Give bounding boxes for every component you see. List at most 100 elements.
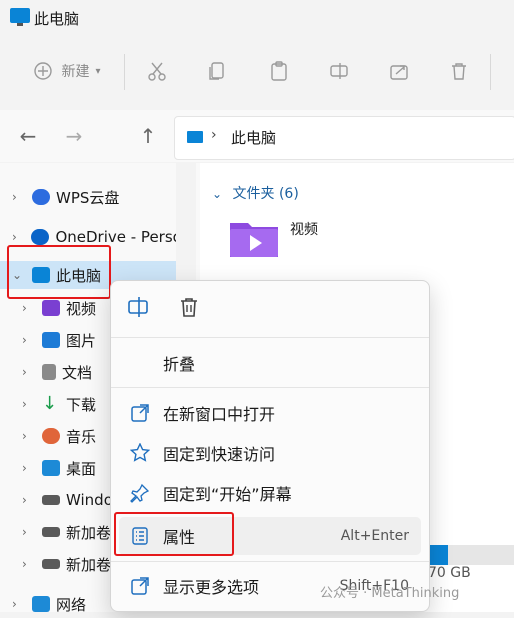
download-icon: ↓ — [42, 393, 58, 414]
arrow-right-icon: → — [65, 124, 83, 148]
tree-item-label: 新加卷 — [66, 555, 112, 574]
share-button[interactable] — [384, 54, 414, 88]
divider — [111, 337, 429, 338]
onedrive-icon — [31, 229, 50, 245]
cloud-icon — [32, 189, 50, 205]
command-bar: 新建 ▾ — [0, 40, 514, 104]
window-title: 此电脑 — [34, 10, 80, 28]
divider — [490, 54, 491, 90]
drive-icon — [42, 495, 60, 505]
chevron-right-icon: › — [22, 365, 27, 379]
tree-item-label: 图片 — [66, 331, 97, 350]
title-bar: 此电脑 — [0, 0, 514, 36]
paste-icon — [271, 61, 287, 81]
chevron-right-icon: › — [22, 397, 27, 411]
copy-icon — [209, 62, 224, 80]
delete-menu-button[interactable] — [177, 295, 201, 323]
highlight-box — [114, 512, 234, 556]
drive-icon — [42, 527, 60, 537]
arrow-left-icon: ← — [19, 124, 37, 148]
video-folder-icon[interactable] — [228, 217, 280, 259]
paste-button[interactable] — [264, 54, 294, 88]
tree-item-label: WPS云盘 — [56, 188, 120, 207]
desktop-icon — [42, 460, 60, 476]
pictures-icon — [42, 332, 60, 348]
delete-icon — [452, 63, 466, 80]
section-header-label: 文件夹 (6) — [232, 186, 299, 202]
rename-button[interactable] — [324, 54, 354, 88]
copy-button[interactable] — [202, 54, 232, 88]
highlight-box — [7, 245, 111, 299]
tree-item-label: 文档 — [62, 363, 93, 382]
tree-item-label: Windo — [66, 491, 113, 509]
pin-icon — [129, 482, 151, 504]
chevron-right-icon: › — [211, 127, 217, 143]
menu-item-label: 折叠 — [163, 355, 196, 374]
delete-icon — [181, 298, 197, 317]
menu-item-pin-start[interactable]: 固定到“开始”屏幕 — [111, 473, 429, 513]
new-button-label: 新建 — [61, 64, 90, 80]
context-menu: 折叠 在新窗口中打开 固定到快速访问 固定到“开始”屏幕 属性 Alt+Ente… — [110, 280, 430, 612]
drive-size-text: 70 GB — [428, 565, 471, 581]
open-new-window-icon — [129, 402, 151, 424]
drive-usage-bar — [425, 545, 514, 565]
menu-item-label: 固定到“开始”屏幕 — [163, 485, 292, 504]
divider — [124, 54, 125, 90]
video-icon — [42, 300, 60, 316]
folder-label[interactable]: 视频 — [290, 219, 318, 239]
chevron-down-icon: ⌄ — [212, 187, 223, 201]
tree-item-label: 新加卷 — [66, 523, 112, 542]
navigation-bar: ← → ↑ › 此电脑 — [0, 110, 514, 162]
tree-item-label: 视频 — [66, 299, 97, 318]
new-button[interactable]: 新建 ▾ — [26, 54, 108, 88]
pc-icon — [10, 8, 30, 26]
tree-item-label: 音乐 — [66, 427, 97, 446]
chevron-right-icon: › — [22, 333, 27, 347]
network-icon — [32, 596, 50, 612]
address-bar[interactable]: › 此电脑 — [174, 116, 514, 160]
forward-button[interactable]: → — [60, 122, 88, 150]
chevron-right-icon: › — [22, 429, 27, 443]
chevron-right-icon: › — [22, 301, 27, 315]
rename-icon — [330, 63, 348, 79]
menu-item-pin-quick-access[interactable]: 固定到快速访问 — [111, 433, 429, 473]
back-button[interactable]: ← — [14, 122, 42, 150]
pc-icon — [187, 131, 203, 143]
tree-item-label: 桌面 — [66, 459, 97, 478]
chevron-right-icon: › — [12, 190, 17, 204]
chevron-right-icon: › — [22, 493, 27, 507]
menu-item-label: 固定到快速访问 — [163, 445, 276, 464]
chevron-right-icon: › — [12, 230, 17, 244]
delete-button[interactable] — [444, 54, 474, 88]
music-icon — [42, 428, 60, 444]
shortcut-label: Alt+Enter — [340, 528, 409, 544]
chevron-down-icon: ▾ — [95, 65, 101, 77]
chevron-right-icon: › — [22, 461, 27, 475]
chevron-right-icon: › — [22, 525, 27, 539]
divider — [111, 561, 429, 562]
chevron-right-icon: › — [22, 557, 27, 571]
tree-item-wps[interactable]: › WPS云盘 — [0, 183, 176, 211]
menu-item-label: 显示更多选项 — [163, 578, 260, 597]
tree-item-label: 下载 — [66, 395, 97, 414]
chevron-right-icon: › — [12, 597, 17, 611]
arrow-up-icon: ↑ — [139, 124, 157, 148]
address-text: 此电脑 — [231, 129, 277, 147]
cut-icon — [148, 62, 166, 81]
show-more-options-icon — [129, 575, 151, 597]
cut-button[interactable] — [142, 54, 172, 88]
tree-item-label: OneDrive - Perso — [55, 228, 176, 246]
rename-menu-button[interactable] — [127, 295, 151, 323]
tree-item-label: 网络 — [56, 595, 87, 614]
drive-icon — [42, 559, 60, 569]
section-header[interactable]: ⌄ 文件夹 (6) — [212, 183, 299, 203]
up-button[interactable]: ↑ — [134, 122, 162, 150]
new-icon — [34, 62, 53, 80]
star-icon — [129, 442, 151, 464]
menu-item-open-new-window[interactable]: 在新窗口中打开 — [111, 393, 429, 433]
menu-item-collapse[interactable]: 折叠 — [111, 343, 429, 383]
documents-icon — [42, 364, 56, 380]
menu-item-label: 在新窗口中打开 — [163, 405, 276, 424]
divider — [111, 387, 429, 388]
share-icon — [390, 65, 408, 80]
